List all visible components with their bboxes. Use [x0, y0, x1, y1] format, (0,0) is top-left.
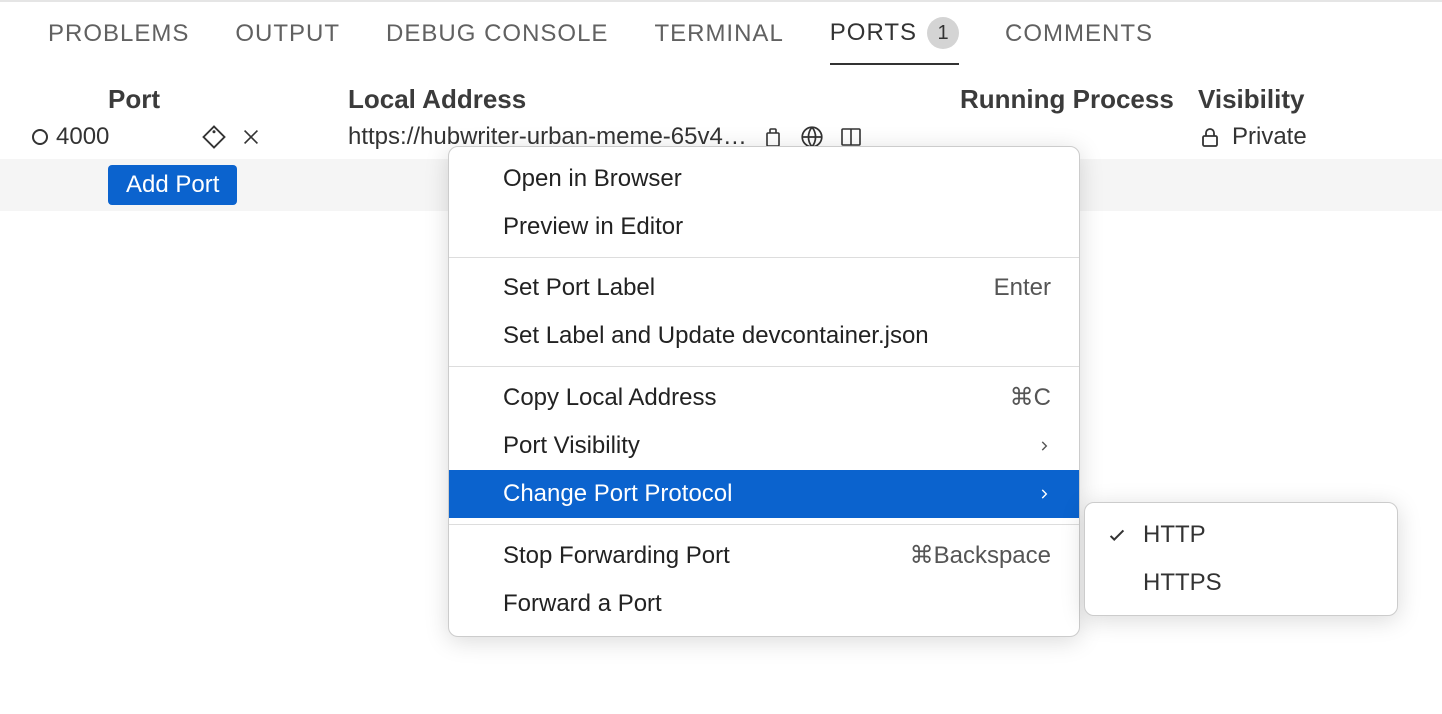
add-port-button[interactable]: Add Port: [108, 165, 237, 205]
ports-count-badge: 1: [927, 17, 959, 49]
menu-copy-local-address[interactable]: Copy Local Address ⌘C: [449, 373, 1079, 422]
header-local-address: Local Address: [348, 84, 960, 115]
close-icon[interactable]: [240, 126, 262, 148]
panel-tabs: PROBLEMS OUTPUT DEBUG CONSOLE TERMINAL P…: [0, 2, 1442, 66]
menu-stop-forwarding-port[interactable]: Stop Forwarding Port ⌘Backspace: [449, 531, 1079, 580]
ports-table-header: Port Local Address Running Process Visib…: [0, 66, 1442, 115]
chevron-right-icon: [1037, 487, 1051, 501]
menu-copy-local-address-shortcut: ⌘C: [1010, 383, 1051, 412]
menu-set-port-label-shortcut: Enter: [994, 274, 1051, 302]
tag-icon[interactable]: [200, 123, 228, 151]
submenu-http-label: HTTP: [1143, 521, 1206, 549]
menu-open-in-browser-label: Open in Browser: [503, 165, 682, 193]
menu-separator: [449, 257, 1079, 258]
port-status-icon: [0, 129, 56, 145]
tab-output[interactable]: OUTPUT: [235, 20, 340, 62]
tab-debug-console[interactable]: DEBUG CONSOLE: [386, 20, 608, 62]
header-running-process: Running Process: [960, 84, 1198, 115]
menu-forward-a-port[interactable]: Forward a Port: [449, 580, 1079, 628]
menu-set-label-update-devcontainer[interactable]: Set Label and Update devcontainer.json: [449, 312, 1079, 360]
submenu-https[interactable]: HTTPS: [1085, 559, 1397, 607]
tab-ports[interactable]: PORTS 1: [830, 17, 959, 65]
tab-problems[interactable]: PROBLEMS: [48, 20, 189, 62]
menu-set-port-label[interactable]: Set Port Label Enter: [449, 264, 1079, 312]
header-visibility: Visibility: [1198, 84, 1428, 115]
menu-stop-forwarding-port-shortcut: ⌘Backspace: [910, 541, 1051, 570]
menu-set-port-label-label: Set Port Label: [503, 274, 655, 302]
tab-ports-label: PORTS: [830, 19, 917, 47]
submenu-https-label: HTTPS: [1143, 569, 1222, 597]
menu-port-visibility[interactable]: Port Visibility: [449, 422, 1079, 470]
port-context-menu: Open in Browser Preview in Editor Set Po…: [448, 146, 1080, 637]
visibility-value: Private: [1232, 123, 1307, 151]
menu-preview-in-editor[interactable]: Preview in Editor: [449, 203, 1079, 251]
menu-forward-a-port-label: Forward a Port: [503, 590, 662, 618]
menu-separator: [449, 366, 1079, 367]
tab-comments[interactable]: COMMENTS: [1005, 20, 1153, 62]
submenu-http[interactable]: HTTP: [1085, 511, 1397, 559]
menu-preview-in-editor-label: Preview in Editor: [503, 213, 683, 241]
port-number: 4000: [56, 123, 186, 151]
lock-icon: [1198, 125, 1222, 149]
menu-open-in-browser[interactable]: Open in Browser: [449, 155, 1079, 203]
menu-stop-forwarding-port-label: Stop Forwarding Port: [503, 542, 730, 570]
header-port: Port: [108, 84, 348, 115]
chevron-right-icon: [1037, 439, 1051, 453]
protocol-submenu: HTTP HTTPS: [1084, 502, 1398, 616]
menu-change-port-protocol[interactable]: Change Port Protocol: [449, 470, 1079, 518]
menu-set-label-update-devcontainer-label: Set Label and Update devcontainer.json: [503, 322, 929, 350]
menu-separator: [449, 524, 1079, 525]
menu-port-visibility-label: Port Visibility: [503, 432, 640, 460]
menu-copy-local-address-label: Copy Local Address: [503, 384, 716, 412]
check-icon: [1105, 524, 1129, 546]
menu-change-port-protocol-label: Change Port Protocol: [503, 480, 732, 508]
tab-terminal[interactable]: TERMINAL: [654, 20, 783, 62]
